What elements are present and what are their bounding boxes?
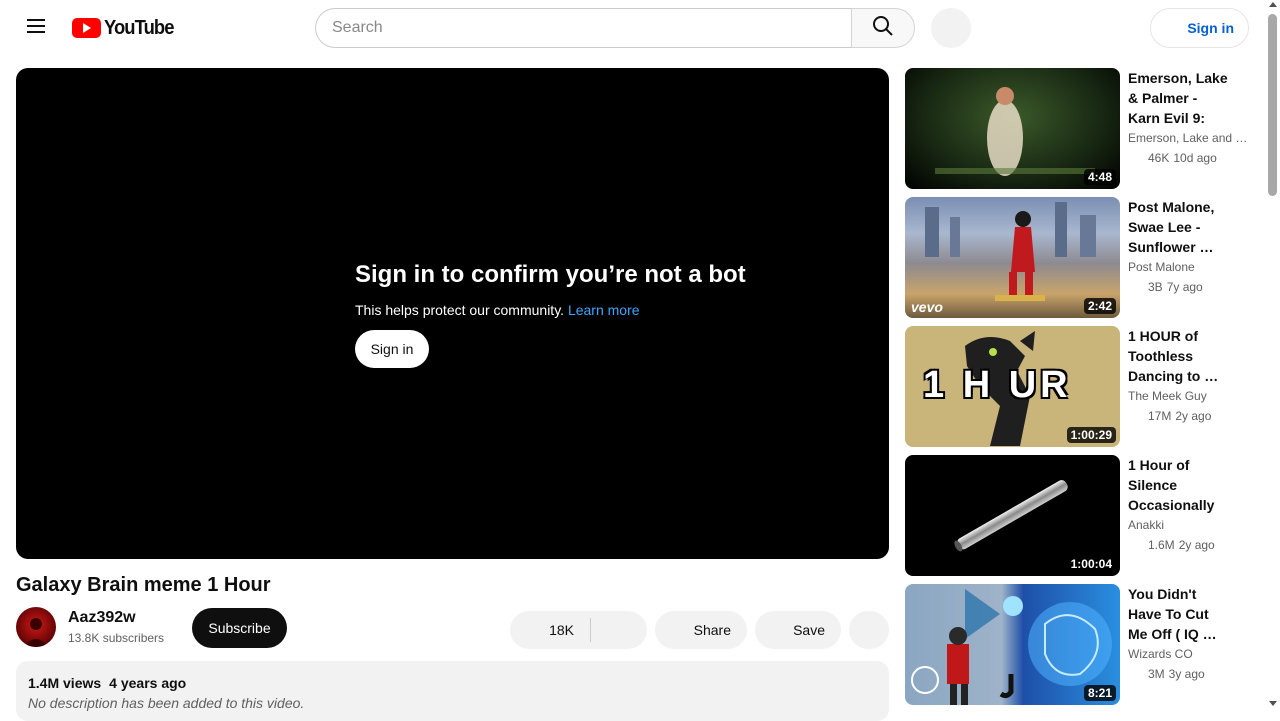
subscriber-count: 13.8K subscribers [68,631,165,645]
recommendation-title[interactable]: 1 HOUR of Toothless Dancing to … [1128,326,1228,386]
logo-text: YouTube [104,17,174,39]
dislike-button[interactable] [591,611,647,649]
youtube-logo-icon [72,18,101,38]
recommendation-title[interactable]: You Didn't Have To Cut Me Off ( IQ … [1128,584,1228,644]
description-box[interactable]: 1.4M views 4 years ago No description has… [16,661,889,721]
learn-more-link[interactable]: Learn more [568,302,640,318]
recommendation-views: 46K [1148,151,1170,165]
header-sign-in-label: Sign in [1187,20,1234,36]
video-duration: 1:00:04 [1066,556,1116,572]
recommendation-stats: 46K 10d ago [1148,151,1217,165]
recommendation-views: 3M [1148,667,1165,681]
recommendation-channel[interactable]: Emerson, Lake and P... [1128,131,1249,145]
recommendation-stats: 3B 7y ago [1148,280,1203,294]
recommendation-stats: 17M 2y ago [1148,409,1211,423]
search-box[interactable] [315,8,852,48]
description-text: No description has been added to this vi… [28,695,305,711]
search-button[interactable] [851,8,915,48]
masthead: YouTube Sign in [0,0,1266,56]
more-actions-button[interactable] [849,611,889,649]
like-dislike-group: 18K [510,611,647,649]
video-thumbnail[interactable]: 4:48 [905,68,1120,189]
recommendation-item[interactable]: 1:00:04 1 Hour of Silence Occasionally …… [905,455,1250,576]
description-meta: 1.4M views 4 years ago [28,675,877,691]
like-count: 18K [549,622,574,638]
view-count: 1.4M views [28,675,102,691]
search-icon [871,14,895,43]
recommendation-channel[interactable]: The Meek Guy [1128,389,1249,403]
subscribe-button[interactable]: Subscribe [192,608,287,648]
header-sign-in-button[interactable]: Sign in [1150,8,1249,48]
recommendation-item[interactable]: 4:48 Emerson, Lake & Palmer - Karn Evil … [905,68,1250,189]
recommendation-title[interactable]: Post Malone, Swae Lee - Sunflower … [1128,197,1228,257]
bot-check-message: This helps protect our community. Learn … [355,302,640,318]
channel-name[interactable]: Aaz392w [68,609,136,627]
channel-avatar[interactable] [16,607,56,647]
video-player[interactable]: Sign in to confirm you’re not a bot This… [16,68,889,559]
recommendation-item[interactable]: 1 H UR 1:00:29 1 HOUR of Toothless Danci… [905,326,1250,447]
video-duration: 1:00:29 [1066,427,1116,443]
recommendation-channel[interactable]: Anakki [1128,518,1249,532]
recommendation-title[interactable]: Emerson, Lake & Palmer - Karn Evil 9: 1… [1128,68,1228,128]
video-thumbnail[interactable]: 1:00:04 [905,455,1120,576]
video-duration: 4:48 [1083,169,1116,185]
bot-check-heading: Sign in to confirm you’re not a bot [355,261,746,288]
video-thumbnail[interactable]: 8:21 [905,584,1120,705]
vevo-watermark: vevo [911,299,943,315]
player-sign-in-button[interactable]: Sign in [355,330,429,368]
scroll-up-arrow-icon[interactable] [1269,2,1277,7]
like-button[interactable]: 18K [510,618,591,642]
video-title: Galaxy Brain meme 1 Hour [16,574,271,596]
video-thumbnail[interactable]: vevo 2:42 [905,197,1120,318]
recommendation-age: 7y ago [1166,280,1203,294]
bot-check-text: This helps protect our community. [355,302,565,318]
menu-button[interactable] [16,8,56,48]
recommendation-views: 3B [1148,280,1163,294]
video-thumbnail[interactable]: 1 H UR 1:00:29 [905,326,1120,447]
voice-search-button[interactable] [931,8,971,48]
recommendation-age: 10d ago [1173,151,1217,165]
thumbnail-caption: 1 H UR [923,364,1072,406]
search-input[interactable] [332,19,852,37]
scrollbar-thumb[interactable] [1268,14,1277,196]
video-duration: 2:42 [1083,298,1116,314]
video-duration: 8:21 [1083,685,1116,701]
recommendation-stats: 1.6M 2y ago [1148,538,1215,552]
upload-age: 4 years ago [109,675,187,691]
recommendation-item[interactable]: vevo 2:42 Post Malone, Swae Lee - Sunflo… [905,197,1250,318]
recommendation-title[interactable]: 1 Hour of Silence Occasionally … [1128,455,1228,515]
recommendation-stats: 3M 3y ago [1148,667,1205,681]
recommendation-views: 17M [1148,409,1172,423]
recommendation-views: 1.6M [1148,538,1175,552]
share-button[interactable]: Share [655,611,747,649]
share-label: Share [693,622,731,638]
recommendation-age: 2y ago [1178,538,1215,552]
recommendation-item[interactable]: 8:21 You Didn't Have To Cut Me Off ( IQ … [905,584,1250,705]
recommendation-age: 2y ago [1175,409,1212,423]
youtube-logo[interactable]: YouTube [72,18,180,38]
menu-icon [24,14,48,43]
scroll-down-arrow-icon[interactable] [1269,701,1277,706]
save-button[interactable]: Save [755,611,841,649]
recommendation-channel[interactable]: Post Malone [1128,260,1249,274]
recommendation-age: 3y ago [1168,667,1205,681]
save-label: Save [793,622,825,638]
recommendation-channel[interactable]: Wizards CO [1128,647,1249,661]
